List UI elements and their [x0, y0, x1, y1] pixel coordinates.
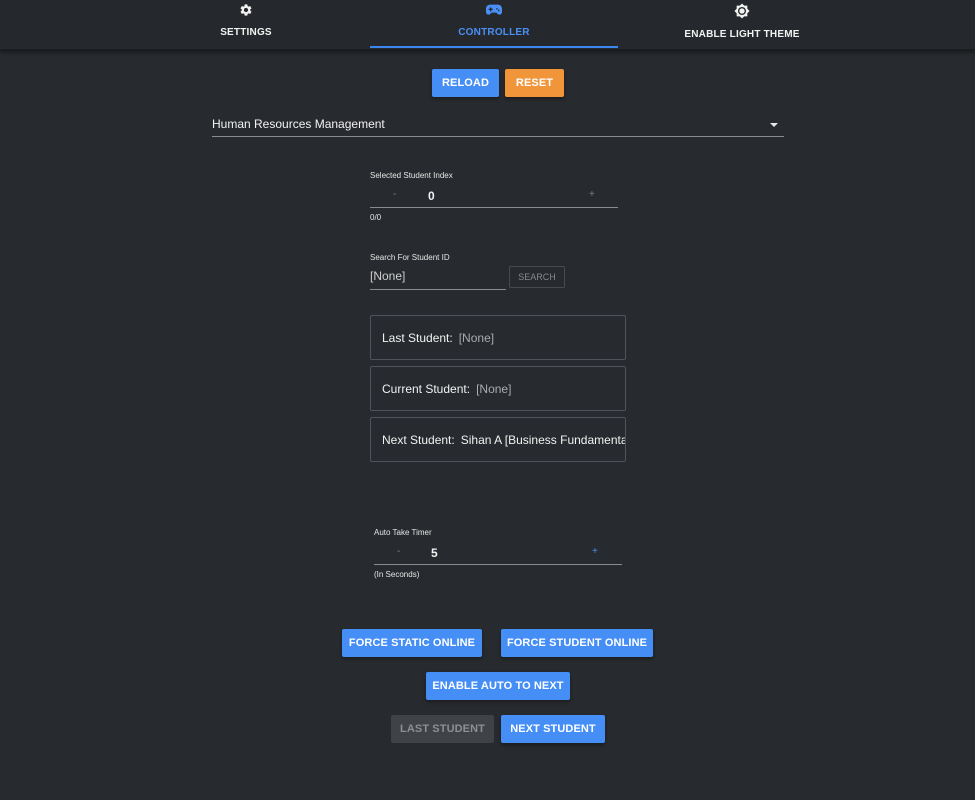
enable-auto-to-next-button[interactable]: ENABLE AUTO TO NEXT: [426, 672, 570, 700]
auto-timer-decrement-button[interactable]: -: [397, 546, 400, 557]
next-student-card: Next Student: Sihan A [Business Fundamen…: [370, 417, 626, 462]
student-index-increment-button[interactable]: +: [589, 189, 595, 200]
tab-settings[interactable]: SETTINGS: [196, 0, 296, 50]
current-student-value: [None]: [476, 381, 512, 396]
auto-timer-increment-button[interactable]: +: [592, 546, 598, 557]
student-index-underline: [370, 207, 618, 208]
auto-timer-underline: [374, 564, 622, 565]
top-nav-bar: SETTINGS CONTROLLER ENABLE LIGHT THEME: [0, 0, 975, 50]
reload-button[interactable]: RELOAD: [432, 69, 499, 97]
gamepad-icon: [486, 3, 502, 22]
tab-settings-label: SETTINGS: [220, 27, 272, 38]
program-select-value: Human Resources Management: [212, 117, 385, 131]
force-student-online-button[interactable]: FORCE STUDENT ONLINE: [501, 629, 653, 657]
next-student-label: Next Student:: [382, 432, 455, 447]
student-index-count: 0/0: [370, 213, 382, 222]
tab-enable-light-theme[interactable]: ENABLE LIGHT THEME: [672, 0, 812, 50]
active-tab-indicator: [370, 46, 618, 48]
next-student-value: Sihan A [Business Fundamentals]: [460, 432, 626, 447]
tab-controller[interactable]: CONTROLLER: [420, 0, 568, 50]
last-student-label: Last Student:: [382, 330, 453, 345]
auto-timer-unit: (In Seconds): [374, 570, 420, 579]
tab-controller-label: CONTROLLER: [458, 27, 530, 38]
current-student-card: Current Student: [None]: [370, 366, 626, 411]
reset-button[interactable]: RESET: [505, 69, 564, 97]
current-student-label: Current Student:: [382, 381, 471, 396]
student-index-label: Selected Student Index: [370, 171, 453, 180]
search-student-label: Search For Student ID: [370, 253, 450, 262]
auto-timer-label: Auto Take Timer: [374, 528, 432, 537]
last-student-button[interactable]: LAST STUDENT: [391, 715, 494, 743]
student-index-value[interactable]: 0: [428, 189, 435, 203]
force-static-online-button[interactable]: FORCE STATIC ONLINE: [342, 629, 482, 657]
brightness-icon: [734, 3, 750, 24]
program-select[interactable]: Human Resources Management: [212, 113, 784, 137]
auto-timer-value[interactable]: 5: [431, 546, 438, 560]
chevron-down-icon: [770, 123, 778, 127]
next-student-button[interactable]: NEXT STUDENT: [501, 715, 605, 743]
last-student-value: [None]: [458, 330, 495, 345]
tab-light-theme-label: ENABLE LIGHT THEME: [684, 29, 800, 40]
gear-icon: [239, 3, 253, 22]
search-student-input[interactable]: [None]: [370, 269, 405, 283]
student-index-decrement-button[interactable]: -: [393, 189, 396, 200]
last-student-card: Last Student: [None]: [370, 315, 626, 360]
search-input-underline: [370, 289, 506, 290]
search-button[interactable]: SEARCH: [509, 266, 565, 288]
